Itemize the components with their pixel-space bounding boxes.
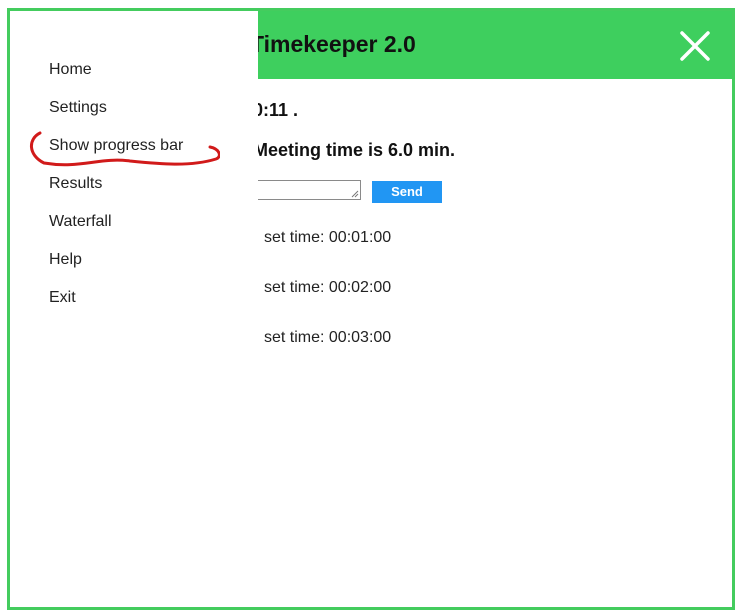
sidebar-item-home[interactable]: Home: [49, 61, 92, 79]
close-icon: [680, 31, 710, 61]
set-time-entry: set time: 00:03:00: [264, 329, 392, 346]
sidebar-item-settings[interactable]: Settings: [49, 99, 107, 117]
app-window: Timekeeper 2.0 0:11 . Meeting time is 6.…: [7, 8, 735, 610]
resize-grip-icon[interactable]: [351, 190, 359, 198]
sidebar-item-show-progress-bar[interactable]: Show progress bar: [49, 137, 183, 155]
app-title: Timekeeper 2.0: [250, 31, 416, 57]
sidebar-item-exit[interactable]: Exit: [49, 289, 76, 307]
meeting-time-text: Meeting time is 6.0 min.: [253, 140, 456, 160]
set-time-entry: set time: 00:01:00: [264, 229, 392, 246]
sidebar-item-waterfall[interactable]: Waterfall: [49, 213, 112, 231]
sidebar-menu: Home Settings Show progress bar Results …: [10, 11, 258, 607]
message-textarea[interactable]: [241, 180, 361, 200]
clock-text: 0:11 .: [253, 100, 299, 120]
set-time-entry: set time: 00:02:00: [264, 279, 392, 296]
send-button[interactable]: Send: [372, 181, 442, 203]
close-button[interactable]: [678, 29, 712, 63]
sidebar-item-help[interactable]: Help: [49, 251, 82, 269]
sidebar-item-results[interactable]: Results: [49, 175, 102, 193]
